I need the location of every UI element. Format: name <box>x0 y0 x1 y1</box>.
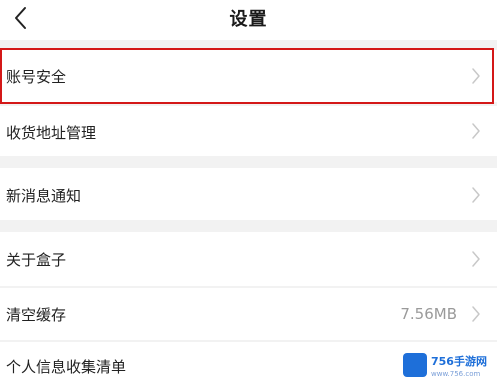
row-label: 收货地址管理 <box>6 124 97 142</box>
chevron-right-icon <box>472 187 480 203</box>
settings-row-about-box[interactable]: 关于盒子 <box>0 232 497 286</box>
chevron-right-icon <box>472 123 480 139</box>
watermark-logo-icon <box>403 353 427 377</box>
row-label: 清空缓存 <box>6 306 67 324</box>
header-bar: 设置 <box>0 0 497 40</box>
watermark-subtext: www.756.com <box>431 370 481 378</box>
cache-size-value: 7.56MB <box>400 305 457 323</box>
settings-page: 设置 账号安全 收货地址管理 新消息通知 关于盒子 清空缓存 7.56MB 个人… <box>0 0 497 388</box>
row-label: 个人信息收集清单 <box>6 358 127 376</box>
settings-row-clear-cache[interactable]: 清空缓存 7.56MB <box>0 288 497 340</box>
page-title: 设置 <box>229 9 268 30</box>
highlight-box <box>0 48 494 104</box>
settings-row-new-message-notify[interactable]: 新消息通知 <box>0 168 497 220</box>
row-label: 关于盒子 <box>6 251 67 269</box>
chevron-right-icon <box>472 251 480 267</box>
watermark: 756手游网 www.756.com <box>399 343 497 388</box>
settings-row-address-management[interactable]: 收货地址管理 <box>0 106 497 156</box>
row-label: 新消息通知 <box>6 187 82 205</box>
watermark-text: 756手游网 <box>431 355 487 368</box>
chevron-right-icon <box>472 306 480 322</box>
